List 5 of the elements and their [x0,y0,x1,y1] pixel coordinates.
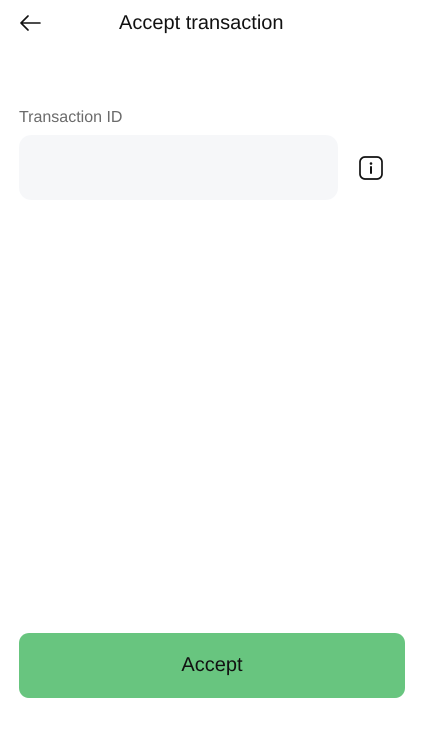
screen-title: Accept transaction [119,12,284,34]
info-icon[interactable] [359,156,383,180]
back-arrow-icon[interactable] [19,15,41,31]
accept-button[interactable]: Accept [19,633,405,698]
field-label: Transaction ID [19,109,124,127]
